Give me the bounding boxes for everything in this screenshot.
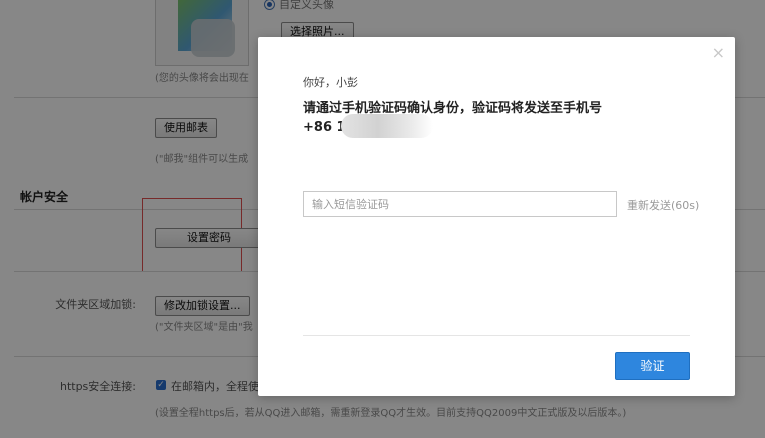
dialog-divider [303, 335, 690, 336]
sms-code-input[interactable] [303, 191, 617, 217]
dialog-title: 请通过手机验证码确认身份，验证码将发送至手机号 [303, 101, 603, 116]
verify-button[interactable]: 验证 [615, 352, 690, 380]
resend-countdown: 重新发送(60s) [627, 199, 700, 212]
close-icon[interactable]: × [712, 43, 725, 62]
greeting-text: 你好，小彭 [303, 76, 358, 89]
phone-redaction [341, 114, 433, 138]
sms-verify-dialog: × 你好，小彭 请通过手机验证码确认身份，验证码将发送至手机号 +86 18 重… [258, 37, 735, 396]
